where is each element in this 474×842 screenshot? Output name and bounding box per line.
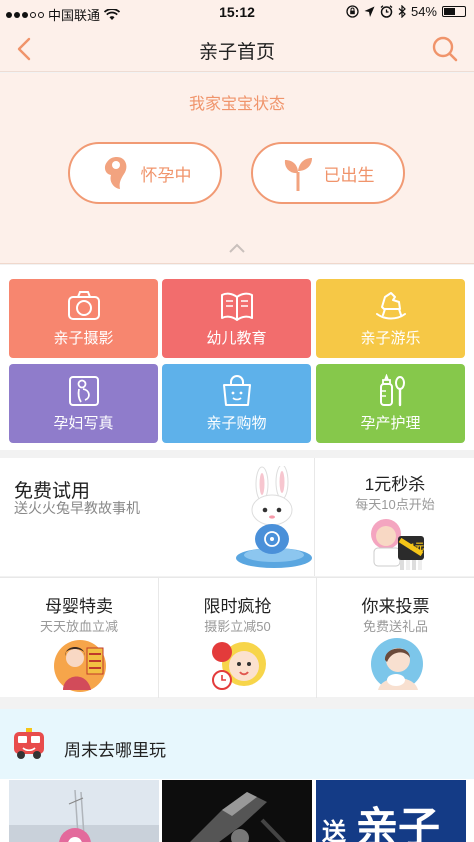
category-label: 亲子摄影	[53, 330, 114, 347]
bus-icon	[14, 728, 44, 759]
vote-subtitle: 免费送礼品	[362, 619, 428, 634]
banner-send-text: 送	[322, 818, 347, 842]
battery-icon	[442, 6, 466, 17]
category-label: 亲子购物	[206, 415, 267, 432]
weekend-thumb-1[interactable]	[9, 780, 159, 842]
maternity-sale-image	[54, 640, 106, 692]
banner-parent-child-text: 亲子	[356, 804, 440, 842]
shopping-bag-icon	[222, 375, 251, 406]
category-label: 亲子游乐	[360, 330, 421, 347]
category-tile-photography[interactable]: 亲子摄影	[9, 279, 158, 358]
pregnant-option-button[interactable]: 怀孕中	[68, 142, 222, 204]
category-tile-education[interactable]: 幼儿教育	[162, 279, 311, 358]
chevron-up-icon[interactable]	[227, 241, 247, 255]
svg-text:1元: 1元	[410, 542, 424, 552]
born-option-button[interactable]: 已出生	[251, 142, 405, 204]
category-label: 孕妇写真	[53, 415, 114, 432]
lock-rotation-icon	[346, 5, 359, 18]
alarm-icon	[380, 5, 393, 18]
location-icon	[364, 6, 375, 17]
category-tile-amusement[interactable]: 亲子游乐	[316, 279, 465, 358]
free-trial-card[interactable]: 免费试用 送火火兔早教故事机	[0, 458, 315, 576]
maternity-sale-title: 母婴特卖	[45, 597, 113, 616]
maternity-sale-card[interactable]: 母婴特卖 天天放血立减	[0, 578, 158, 698]
vote-image	[371, 638, 423, 690]
status-bar: 中国联通 15:12 54%	[0, 0, 474, 26]
category-tile-care[interactable]: 孕产护理	[316, 364, 465, 443]
born-label: 已出生	[323, 165, 375, 185]
flash-sale-card[interactable]: 1元秒杀 每天10点开始 1元	[316, 458, 474, 576]
category-tile-maternity-photo[interactable]: 孕妇写真	[9, 364, 158, 443]
bluetooth-icon	[398, 5, 406, 18]
flash-sale-subtitle: 每天10点开始	[355, 497, 435, 512]
category-label: 孕产护理	[360, 415, 421, 432]
weekend-thumb-3[interactable]: 送 亲子	[316, 780, 466, 842]
flash-sale-title: 1元秒杀	[364, 475, 426, 494]
weekend-title: 周末去哪里玩	[64, 741, 166, 760]
rush-sale-subtitle: 摄影立减50	[204, 619, 271, 634]
book-icon	[220, 292, 253, 321]
fetus-icon	[104, 157, 126, 189]
category-grid: 亲子摄影 幼儿教育 亲子游乐 孕妇写真 亲子购物 孕产护理	[0, 265, 474, 450]
category-tile-shopping[interactable]: 亲子购物	[162, 364, 311, 443]
rush-sale-image	[212, 642, 266, 690]
flash-sale-image: 1元	[371, 519, 424, 570]
status-right: 54%	[346, 4, 466, 19]
weekend-section: 周末去哪里玩 送 亲子	[0, 709, 474, 842]
weekend-thumb-2[interactable]	[162, 780, 312, 842]
rush-sale-card[interactable]: 限时疯抢 摄影立减50	[158, 578, 316, 698]
vote-card[interactable]: 你来投票 免费送礼品	[316, 578, 474, 698]
baby-status-heading: 我家宝宝状态	[188, 96, 285, 113]
weekend-header[interactable]: 周末去哪里玩	[0, 709, 474, 779]
bottle-spoon-icon	[379, 374, 405, 407]
vote-title: 你来投票	[361, 597, 430, 616]
free-trial-subtitle: 送火火兔早教故事机	[14, 500, 140, 516]
parent-child-banner: 送 亲子	[316, 780, 466, 842]
category-label: 幼儿教育	[206, 330, 267, 347]
search-icon[interactable]	[430, 34, 460, 64]
maternity-sale-subtitle: 天天放血立减	[39, 619, 118, 634]
pregnant-label: 怀孕中	[140, 165, 192, 185]
ferris-wheel-photo	[9, 780, 159, 842]
rush-sale-title: 限时疯抢	[203, 597, 272, 616]
rocking-horse-icon	[375, 292, 406, 320]
camera-icon	[67, 291, 100, 320]
telescope-photo	[162, 780, 312, 842]
promo-row-1: 免费试用 送火火兔早教故事机 1元秒杀 每天10点开始 1元	[0, 458, 474, 576]
baby-status-panel: 我家宝宝状态 怀孕中 已出生	[0, 73, 474, 264]
battery-percent: 54%	[410, 4, 437, 19]
promo-row-2: 母婴特卖 天天放血立减 限时疯抢 摄影立减50 你来投票 免费送礼品	[0, 577, 474, 698]
sprout-icon	[284, 158, 312, 191]
nav-bar: 亲子首页	[0, 26, 474, 72]
maternity-photo-icon	[68, 376, 99, 406]
page-title: 亲子首页	[198, 42, 275, 63]
bunny-story-machine-image	[236, 466, 312, 568]
